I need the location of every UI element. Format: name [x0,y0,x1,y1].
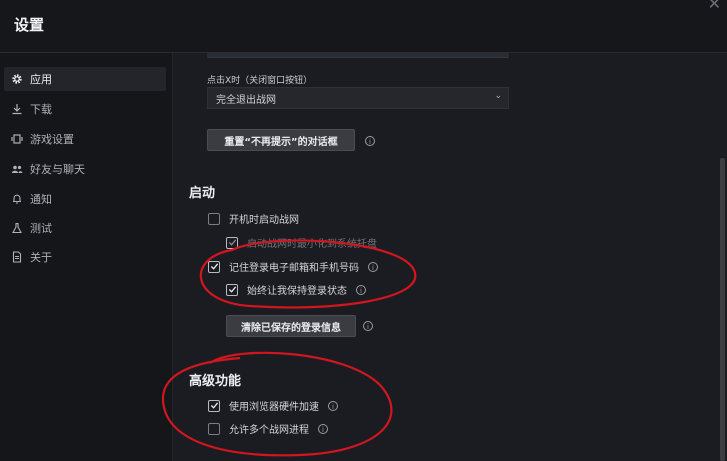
flask-icon [4,222,30,234]
sidebar-item-label: 下载 [30,103,52,116]
scrolled-field [207,53,509,58]
launch-on-startup-option[interactable]: 开机时启动战网 [208,211,299,226]
sidebar-item-label: 游戏设置 [30,133,74,146]
close-icon[interactable]: ✕ [708,0,721,13]
sidebar: 应用 下载 游戏设置 好友与聊天 通知 测试 关于 [0,53,173,461]
multiple-instances-label: 允许多个战网进程 [229,425,309,436]
sidebar-item-test[interactable]: 测试 [4,216,166,240]
remember-login-label: 记住登录电子邮箱和手机号码 [229,263,359,274]
info-icon[interactable] [368,261,378,272]
sidebar-item-about[interactable]: 关于 [4,245,166,269]
users-icon [4,163,30,175]
checkbox[interactable] [208,399,220,412]
reset-dialogs-button[interactable]: 重置“不再提示”的对话框 [207,129,355,151]
hardware-accel-option[interactable]: 使用浏览器硬件加速 [208,398,338,413]
chevron-down-icon: ⌄ [494,91,502,101]
stay-logged-in-label: 始终让我保持登录状态 [247,286,347,297]
advanced-section-title: 高级功能 [189,374,242,389]
clear-login-button[interactable]: 清除已保存的登录信息 [226,315,356,337]
sidebar-item-label: 通知 [30,193,52,206]
sidebar-item-label: 好友与聊天 [30,163,85,176]
info-icon[interactable] [318,423,328,434]
partially-hidden-option[interactable]: 启动战网时最小化到系统托盘 [226,235,377,250]
sidebar-item-friends[interactable]: 好友与聊天 [4,157,166,181]
sidebar-item-label: 测试 [30,222,52,235]
sidebar-item-game-settings[interactable]: 游戏设置 [4,127,166,151]
bell-icon [4,193,30,205]
document-icon [4,251,30,263]
sidebar-item-download[interactable]: 下载 [4,97,166,121]
partially-hidden-label: 启动战网时最小化到系统托盘 [247,239,377,250]
title-bar: 设置 ✕ [0,0,727,52]
sidebar-item-label: 关于 [30,251,52,264]
sidebar-item-label: 应用 [30,73,52,86]
info-icon[interactable] [328,400,338,411]
close-behavior-value: 完全退出战网 [216,94,276,106]
stay-logged-in-option[interactable]: 始终让我保持登录状态 [226,282,366,297]
window-title: 设置 [14,16,45,34]
gear-icon [4,73,30,85]
startup-section-title: 启动 [189,186,216,201]
settings-content: 点击X时（关闭窗口按钮） 完全退出战网 ⌄ 重置“不再提示”的对话框 启动 开机… [173,53,727,461]
checkbox[interactable] [226,236,238,249]
checkbox[interactable] [208,260,220,273]
checkbox[interactable] [208,212,220,225]
info-icon[interactable] [363,321,373,331]
close-behavior-select[interactable]: 完全退出战网 ⌄ [207,87,509,109]
gamepad-icon [4,133,30,145]
launch-on-startup-label: 开机时启动战网 [229,215,299,226]
info-icon[interactable] [365,136,375,146]
multiple-instances-option[interactable]: 允许多个战网进程 [208,421,328,436]
sidebar-item-app[interactable]: 应用 [4,67,166,91]
remember-login-option[interactable]: 记住登录电子邮箱和手机号码 [208,259,378,274]
hardware-accel-label: 使用浏览器硬件加速 [229,402,319,413]
checkbox[interactable] [208,422,220,435]
checkbox[interactable] [226,283,238,296]
sidebar-item-notifications[interactable]: 通知 [4,187,166,211]
download-icon [4,103,30,115]
close-behavior-label: 点击X时（关闭窗口按钮） [207,76,313,86]
info-icon[interactable] [356,284,366,295]
scrollbar[interactable] [720,158,725,461]
